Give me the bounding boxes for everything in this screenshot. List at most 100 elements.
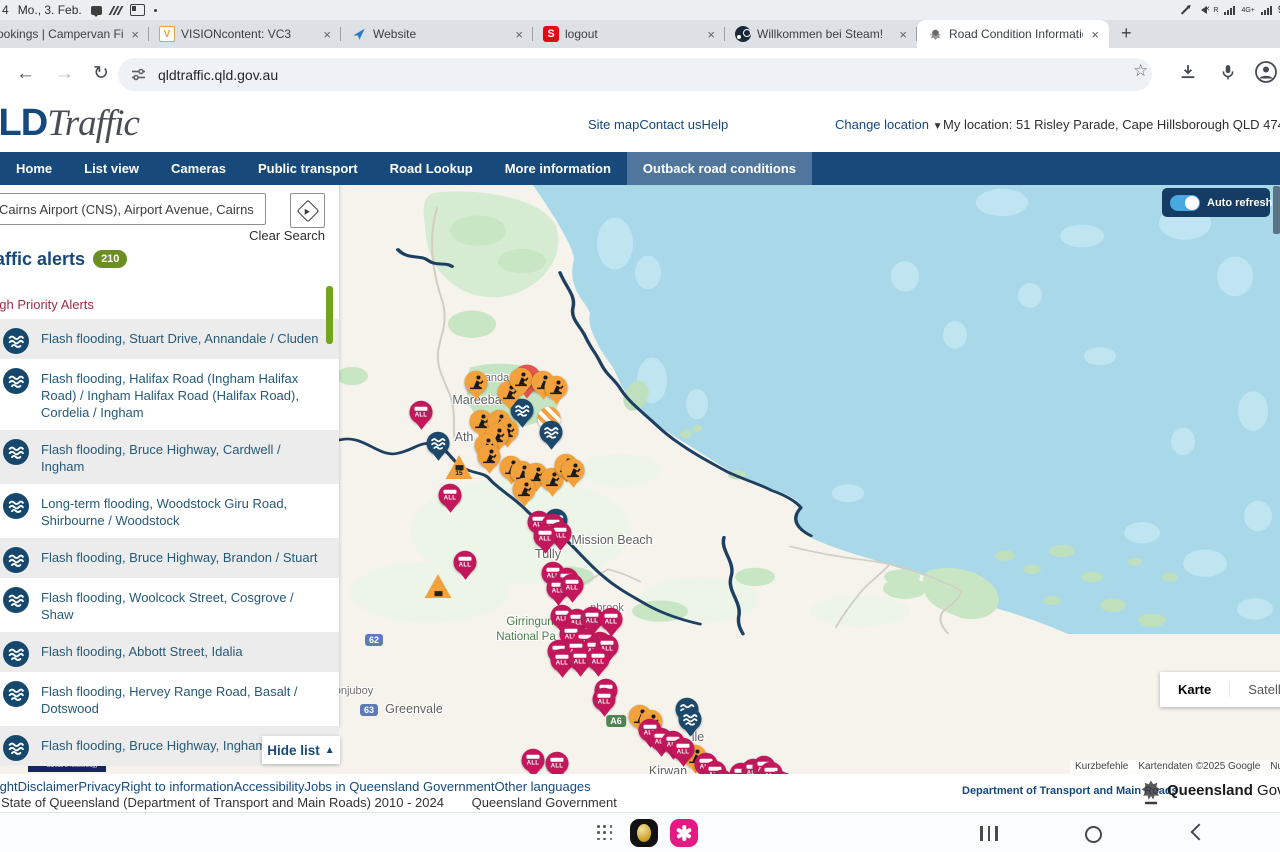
hide-list-button[interactable]: Hide list▲ bbox=[262, 736, 340, 764]
marker-balloon: ALL ★ bbox=[522, 749, 545, 772]
directions-button[interactable] bbox=[290, 193, 325, 228]
location-search-input[interactable] bbox=[0, 193, 266, 225]
app-icon-flower[interactable] bbox=[670, 819, 698, 847]
bookmark-star-icon[interactable]: ☆ bbox=[1133, 61, 1148, 81]
footer-link[interactable]: Accessibility bbox=[234, 779, 305, 794]
tab-visioncontent[interactable]: V VISIONcontent: VC3 × bbox=[149, 20, 341, 48]
change-location-button[interactable]: Change location ▼ bbox=[835, 117, 943, 132]
clear-search-link[interactable]: Clear Search bbox=[249, 228, 325, 243]
close-tab-icon[interactable]: × bbox=[1089, 28, 1101, 41]
app-icon-gold[interactable] bbox=[630, 819, 658, 847]
download-icon[interactable] bbox=[1180, 64, 1196, 80]
close-tab-icon[interactable]: × bbox=[321, 28, 333, 41]
header-link[interactable]: Contact us bbox=[639, 117, 701, 132]
map-marker[interactable]: ALL ★ bbox=[465, 371, 488, 394]
back-button[interactable]: ← bbox=[16, 62, 35, 86]
map-marker[interactable]: ALL ★ bbox=[587, 648, 610, 671]
nav-item[interactable]: Outback road conditions bbox=[627, 152, 812, 185]
map-marker[interactable]: ALL ★ bbox=[540, 421, 563, 444]
nav-item[interactable]: Road Lookup bbox=[374, 152, 489, 185]
map-marker[interactable]: ALL ★ bbox=[672, 738, 695, 761]
footer-link[interactable]: Privacy bbox=[78, 779, 121, 794]
map-marker[interactable]: ALL ★ bbox=[562, 459, 585, 482]
alert-list-item[interactable]: Flash flooding, Woolcock Street, Cosgrov… bbox=[0, 578, 339, 632]
recents-button[interactable] bbox=[980, 826, 998, 841]
map-type-satellite-button[interactable]: Satellit bbox=[1229, 682, 1280, 697]
home-button[interactable] bbox=[1085, 826, 1102, 843]
map-marker[interactable]: ALL ★ bbox=[513, 478, 536, 501]
closed-all-label: ALL bbox=[556, 660, 569, 666]
nav-item[interactable]: Public transport bbox=[242, 152, 374, 185]
map-place-label: Greenvale bbox=[385, 702, 443, 716]
map-marker[interactable]: ALL ★ bbox=[545, 376, 568, 399]
tab-website[interactable]: Website × bbox=[341, 20, 533, 48]
closed-all-label: ALL bbox=[677, 749, 690, 755]
alert-list-item[interactable]: Long-term flooding, Woodstock Giru Road,… bbox=[0, 484, 339, 538]
close-tab-icon[interactable]: × bbox=[897, 28, 909, 41]
map-marker[interactable]: ALL ★ bbox=[427, 432, 450, 455]
alert-list-item[interactable]: Flash flooding, Bruce Highway, Brandon /… bbox=[0, 538, 339, 578]
alert-list-item[interactable]: Flash flooding, Stuart Drive, Annandale … bbox=[0, 319, 339, 359]
tab-logout[interactable]: S logout × bbox=[533, 20, 725, 48]
alert-list-item[interactable]: Long-term flooding, Ayr Dalbeg Road / Hi… bbox=[0, 766, 339, 774]
footer-link[interactable]: Disclaimer bbox=[18, 779, 79, 794]
map-marker[interactable]: ALL ★ bbox=[679, 708, 702, 731]
header-link[interactable]: Help bbox=[701, 117, 728, 132]
reload-button[interactable]: ↻ bbox=[93, 62, 109, 86]
nav-item[interactable]: Cameras bbox=[155, 152, 242, 185]
tab-steam[interactable]: Willkommen bei Steam! × bbox=[725, 20, 917, 48]
attribution-item[interactable]: Kurzbefehle bbox=[1070, 760, 1133, 774]
site-footer: CopyrightDisclaimerPrivacyRight to infor… bbox=[0, 774, 1280, 812]
footer-link[interactable]: Other languages bbox=[495, 779, 591, 794]
map-area[interactable]: andaMareebaAthMission BeachTullynbrookGi… bbox=[0, 185, 1280, 774]
close-tab-icon[interactable]: × bbox=[513, 28, 525, 41]
url-text[interactable]: qldtraffic.qld.gov.au bbox=[158, 67, 278, 83]
auto-refresh-toggle[interactable]: Auto refresh bbox=[1162, 188, 1270, 217]
alert-list-item[interactable]: Flash flooding, Hervey Range Road, Basal… bbox=[0, 672, 339, 726]
map-type-karte-button[interactable]: Karte bbox=[1160, 682, 1229, 697]
nav-item[interactable]: Home bbox=[0, 152, 68, 185]
status-time-fragment: 4 bbox=[2, 3, 9, 17]
map-marker[interactable]: ALL ★ bbox=[593, 688, 616, 711]
close-tab-icon[interactable]: × bbox=[129, 28, 141, 41]
forward-button[interactable]: → bbox=[55, 62, 74, 86]
tab-bookings[interactable]: Bookings | Campervan Finder × bbox=[0, 20, 149, 48]
map-marker[interactable]: ALL ★ bbox=[510, 368, 533, 391]
header-link[interactable]: Site map bbox=[588, 117, 639, 132]
map-marker[interactable]: ALL ★ bbox=[522, 749, 545, 772]
profile-avatar-icon[interactable] bbox=[1254, 60, 1278, 84]
attribution-item[interactable]: Nutzungsbedingungen bbox=[1265, 760, 1280, 774]
page-scrollbar-thumb[interactable] bbox=[1273, 186, 1280, 234]
alert-list-item[interactable]: Flash flooding, Bruce Highway, Cardwell … bbox=[0, 430, 339, 484]
nav-item[interactable]: More information bbox=[489, 152, 627, 185]
alert-list-scrollbar[interactable] bbox=[326, 286, 333, 344]
map-marker[interactable]: ALL ★ bbox=[600, 608, 623, 631]
toggle-track[interactable] bbox=[1170, 195, 1200, 211]
map-marker[interactable]: ALL ★ bbox=[546, 752, 569, 774]
map-marker[interactable]: ALL ★ bbox=[561, 574, 584, 597]
apps-grid-icon[interactable] bbox=[597, 825, 613, 841]
map-marker[interactable]: ALL ★ bbox=[410, 401, 433, 424]
site-settings-icon[interactable] bbox=[131, 68, 146, 81]
footer-link[interactable]: Copyright bbox=[0, 779, 18, 794]
map-marker[interactable]: ALL ★ bbox=[534, 525, 557, 548]
map-marker[interactable]: ALL ★ bbox=[439, 484, 462, 507]
map-marker[interactable]: ALL ★ bbox=[454, 551, 477, 574]
close-tab-icon[interactable]: × bbox=[705, 28, 717, 41]
map-marker[interactable]: ALL ★ bbox=[425, 574, 452, 598]
map-marker[interactable]: ALL ★ bbox=[478, 445, 501, 468]
map-marker[interactable]: ALL ★ 15 bbox=[446, 455, 473, 479]
chat-notification-icon bbox=[91, 6, 102, 15]
new-tab-button[interactable]: + bbox=[1121, 23, 1132, 44]
alert-list-item[interactable]: Flash flooding, Halifax Road (Ingham Hal… bbox=[0, 359, 339, 430]
footer-link[interactable]: Jobs in Queensland Government bbox=[304, 779, 494, 794]
tab-road-conditions-active[interactable]: Road Condition Information × bbox=[917, 20, 1109, 48]
microphone-icon[interactable] bbox=[1220, 64, 1236, 80]
address-bar[interactable]: qldtraffic.qld.gov.au bbox=[118, 58, 1152, 91]
alert-list-item[interactable]: Flash flooding, Abbott Street, Idalia bbox=[0, 632, 339, 672]
attribution-item[interactable]: Kartendaten ©2025 Google bbox=[1133, 760, 1265, 774]
footer-link[interactable]: Right to information bbox=[121, 779, 234, 794]
nav-item[interactable]: List view bbox=[68, 152, 155, 185]
footer-gov-link[interactable]: Queensland Government bbox=[472, 795, 617, 810]
back-nav-button[interactable] bbox=[1191, 824, 1208, 841]
